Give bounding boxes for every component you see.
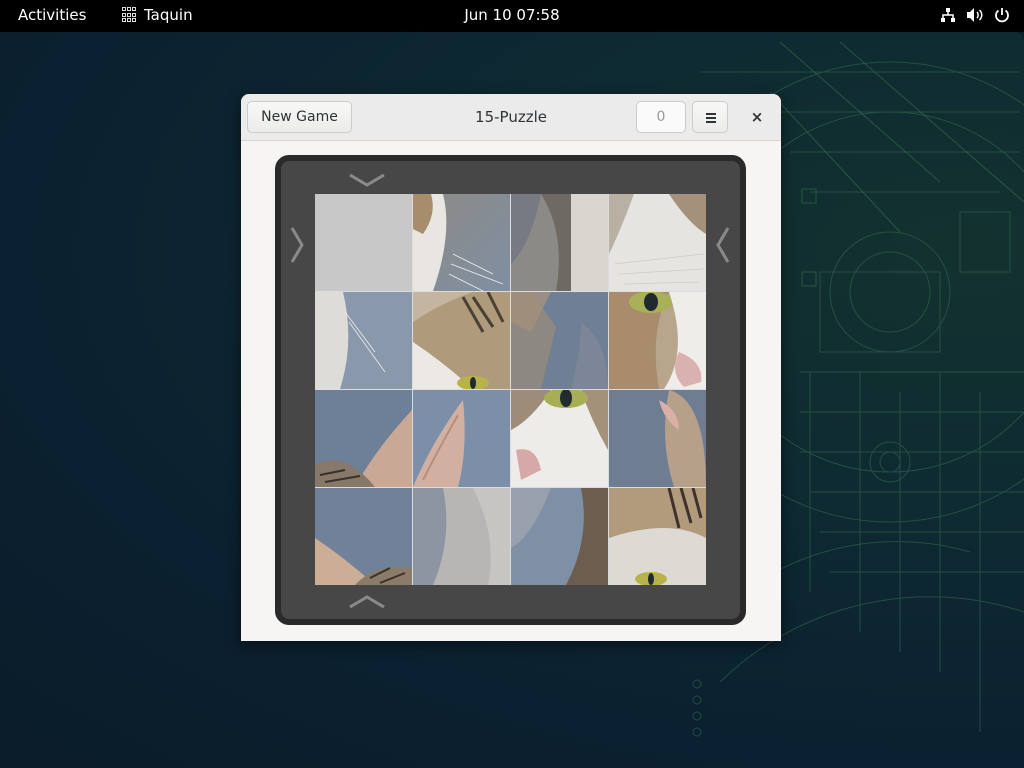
puzzle-board	[315, 194, 706, 585]
puzzle-tile[interactable]	[413, 292, 510, 389]
puzzle-tile[interactable]	[315, 292, 412, 389]
app-menu-label: Taquin	[144, 6, 193, 24]
activities-button[interactable]: Activities	[18, 6, 86, 24]
top-bar: Activities Taquin Jun 10 07:58	[0, 0, 1024, 32]
puzzle-tile[interactable]	[413, 390, 510, 487]
power-icon	[995, 8, 1009, 23]
hamburger-icon	[706, 113, 716, 125]
puzzle-tile[interactable]	[511, 292, 608, 389]
puzzle-tile[interactable]	[511, 390, 608, 487]
close-button[interactable]: ×	[744, 104, 770, 130]
volume-icon	[967, 8, 983, 22]
app-menu[interactable]: Taquin	[122, 6, 193, 24]
puzzle-tile[interactable]	[609, 390, 706, 487]
header-bar: New Game 15-Puzzle 0 ×	[241, 94, 781, 141]
puzzle-tile[interactable]	[315, 488, 412, 585]
puzzle-tile[interactable]	[609, 488, 706, 585]
taquin-app-icon	[122, 7, 138, 23]
window-title: 15-Puzzle	[475, 108, 547, 126]
puzzle-window: New Game 15-Puzzle 0 ×	[241, 94, 781, 641]
new-game-button[interactable]: New Game	[247, 101, 352, 133]
board-frame	[275, 155, 746, 625]
network-icon	[941, 8, 955, 22]
puzzle-tile[interactable]	[511, 488, 608, 585]
puzzle-tile[interactable]	[413, 488, 510, 585]
puzzle-tile[interactable]	[609, 194, 706, 291]
chevron-up-icon[interactable]	[347, 593, 387, 611]
moves-counter: 0	[636, 101, 686, 133]
main-menu-button[interactable]	[692, 101, 728, 133]
system-tray[interactable]	[940, 7, 1010, 23]
puzzle-tile[interactable]	[609, 292, 706, 389]
chevron-left-icon[interactable]	[714, 225, 732, 265]
chevron-down-icon[interactable]	[347, 171, 387, 189]
puzzle-tile[interactable]	[413, 194, 510, 291]
clock[interactable]: Jun 10 07:58	[464, 6, 559, 24]
chevron-right-icon[interactable]	[288, 225, 306, 265]
puzzle-tile[interactable]	[315, 390, 412, 487]
puzzle-tile[interactable]	[511, 194, 608, 291]
empty-tile	[315, 194, 412, 291]
